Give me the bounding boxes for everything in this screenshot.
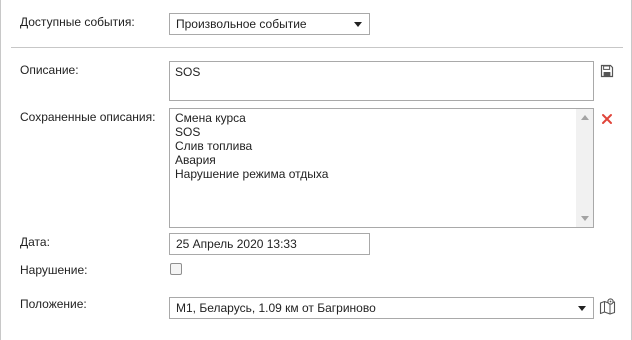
violation-label: Нарушение:: [20, 263, 88, 277]
position-select[interactable]: M1, Беларусь, 1.09 км от Багриново: [169, 297, 594, 319]
saved-descriptions-items: Смена курса SOS Слив топлива Авария Нарушени…: [175, 111, 573, 181]
violation-checkbox[interactable]: [170, 263, 182, 275]
chevron-down-icon: [578, 306, 586, 311]
saved-description-item[interactable]: Авария: [175, 153, 573, 167]
available-events-label: Доступные события:: [20, 15, 135, 29]
chevron-down-icon: [354, 22, 362, 27]
description-label: Описание:: [20, 63, 79, 77]
saved-descriptions-label: Сохраненные описания:: [20, 110, 156, 124]
description-textarea[interactable]: SOS: [169, 61, 594, 101]
date-input[interactable]: 25 Апрель 2020 13:33: [169, 233, 370, 255]
save-icon[interactable]: [600, 64, 614, 78]
position-label: Положение:: [20, 297, 87, 311]
position-value: M1, Беларусь, 1.09 км от Багриново: [176, 301, 376, 315]
saved-descriptions-list[interactable]: Смена курса SOS Слив топлива Авария Нарушени…: [169, 108, 594, 228]
saved-descriptions-scrollbar[interactable]: [576, 109, 593, 227]
available-events-value: Произвольное событие: [176, 17, 307, 31]
delete-icon[interactable]: [601, 113, 613, 125]
section-divider: [11, 47, 623, 48]
saved-description-item[interactable]: Нарушение режима отдыха: [175, 167, 573, 181]
map-icon[interactable]: [599, 298, 616, 315]
scroll-down-icon[interactable]: [581, 216, 589, 221]
available-events-select[interactable]: Произвольное событие: [169, 13, 370, 35]
scroll-up-icon[interactable]: [581, 115, 589, 120]
saved-description-item[interactable]: Смена курса: [175, 111, 573, 125]
date-label: Дата:: [20, 235, 50, 249]
event-form-panel: Доступные события: Произвольное событие …: [0, 0, 632, 340]
saved-description-item[interactable]: SOS: [175, 125, 573, 139]
saved-description-item[interactable]: Слив топлива: [175, 139, 573, 153]
